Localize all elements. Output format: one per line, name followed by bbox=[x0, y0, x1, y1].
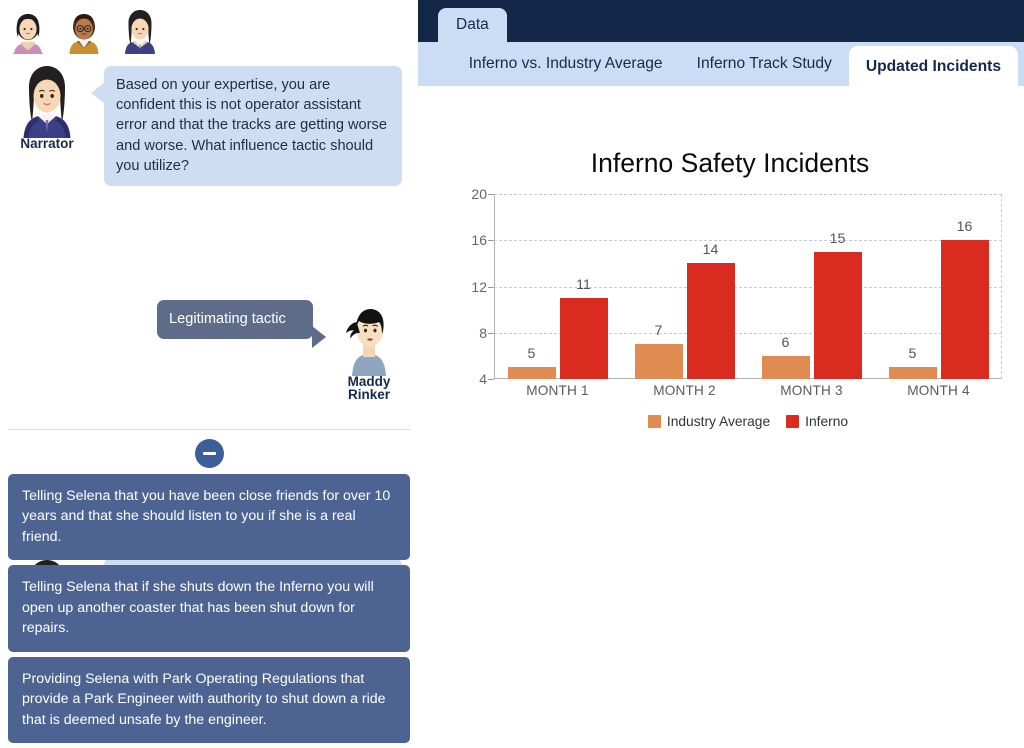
bar-value-label: 7 bbox=[654, 323, 663, 340]
dialog-turn: Narrator Which of the following would be… bbox=[0, 302, 418, 645]
bar-groups: 5 11 7 14 6 15 5 16 bbox=[494, 194, 1002, 379]
bar-value-label: 6 bbox=[781, 334, 790, 351]
narrator-avatar bbox=[23, 66, 71, 138]
bar-group: 5 16 bbox=[875, 194, 1002, 379]
legend-swatch bbox=[647, 415, 661, 428]
bar-group: 7 14 bbox=[621, 194, 748, 379]
incidents-bar-chart: Inferno Safety Incidents 4 8 12 16 20 5 11 7 14… bbox=[436, 148, 1024, 528]
dialog-panel: Narrator Based on your expertise, you ar… bbox=[0, 0, 418, 748]
y-axis-tick-label: 20 bbox=[471, 186, 487, 202]
x-axis-tick-label: MONTH 3 bbox=[780, 383, 843, 398]
bar-group: 6 15 bbox=[748, 194, 875, 379]
speaker-name: Narrator bbox=[20, 136, 74, 151]
x-axis-tick-label: MONTH 1 bbox=[526, 383, 589, 398]
chart-title: Inferno Safety Incidents bbox=[590, 148, 870, 178]
dialog-thread: Narrator Based on your expertise, you ar… bbox=[0, 58, 418, 645]
chart-bar: 5 bbox=[507, 346, 556, 379]
tab-updated-incidents[interactable]: Updated Incidents bbox=[848, 46, 1018, 87]
y-axis-tick-label: 12 bbox=[471, 278, 487, 295]
tab-panel-updated-incidents: Inferno Safety Incidents 4 8 12 16 20 5 11 7 14… bbox=[418, 86, 1024, 748]
x-axis-tick-label: MONTH 4 bbox=[907, 383, 970, 398]
bar-value-label: 16 bbox=[956, 219, 973, 236]
elearning-scenario-screen: Narrator Based on your expertise, you ar… bbox=[0, 0, 1024, 748]
dialog-turn: Narrator Based on your expertise, you ar… bbox=[0, 58, 418, 187]
x-axis-labels: MONTH 1 MONTH 2 MONTH 3 MONTH 4 bbox=[494, 383, 1002, 398]
chart-bar: 11 bbox=[559, 277, 608, 379]
bar-group: 5 11 bbox=[494, 194, 621, 379]
participant-3-avatar bbox=[125, 10, 155, 54]
minus-circle-icon[interactable] bbox=[195, 439, 224, 468]
tab-inferno-track-study[interactable]: Inferno Track Study bbox=[680, 42, 849, 86]
bar-value-label: 5 bbox=[908, 346, 917, 363]
x-axis-tick-label: MONTH 2 bbox=[653, 383, 716, 398]
y-axis-tick-label: 8 bbox=[479, 324, 487, 341]
chart-bar: 16 bbox=[940, 219, 989, 379]
participant-2-avatar bbox=[69, 14, 99, 54]
answer-options-list: Telling Selena that you have been close … bbox=[8, 474, 410, 748]
bar-value-label: 14 bbox=[702, 242, 719, 259]
y-axis-tick-label: 16 bbox=[471, 232, 487, 249]
participant-roster bbox=[8, 4, 160, 54]
chart-legend: Industry Average Inferno bbox=[494, 414, 1002, 429]
answer-option[interactable]: Providing Selena with Park Operating Reg… bbox=[8, 656, 410, 743]
chart-plot-area: 4 8 12 16 20 5 11 7 14 6 15 5 16 bbox=[471, 186, 1002, 387]
dialog-turn: Maddy Rinker Legitimating tactic bbox=[0, 176, 418, 402]
y-axis-tick-mark bbox=[488, 379, 494, 380]
chart-bar: 5 bbox=[888, 346, 937, 379]
y-axis-tick-label: 4 bbox=[479, 371, 487, 387]
answer-option[interactable]: Telling Selena that you have been close … bbox=[8, 474, 410, 561]
bar-value-label: 15 bbox=[829, 230, 846, 247]
panel-header-bar bbox=[418, 0, 1024, 42]
tab-strip: Inferno vs. Industry Average Inferno Tra… bbox=[418, 42, 1024, 87]
bar-value-label: 11 bbox=[576, 277, 591, 294]
section-divider bbox=[8, 429, 410, 430]
chart-bar: 15 bbox=[813, 231, 862, 379]
legend-swatch bbox=[786, 415, 800, 428]
chart-bar: 14 bbox=[686, 242, 735, 379]
speaker-narrator: Narrator bbox=[16, 58, 78, 151]
tab-group-data[interactable]: Data bbox=[438, 8, 507, 42]
minus-glyph bbox=[203, 452, 216, 455]
legend-label: Industry Average bbox=[666, 414, 771, 429]
participant-1-avatar bbox=[13, 14, 43, 54]
bar-value-label: 5 bbox=[527, 346, 536, 363]
reference-panel: Data Inferno vs. Industry Average Infern… bbox=[418, 0, 1024, 748]
legend-item: Industry Average bbox=[647, 414, 771, 429]
legend-item: Inferno bbox=[786, 414, 848, 429]
chart-bar: 7 bbox=[634, 323, 683, 379]
dialog-bubble: Based on your expertise, you are confide… bbox=[91, 66, 402, 187]
answer-option[interactable]: Telling Selena that if she shuts down th… bbox=[8, 565, 410, 652]
chart-bar: 6 bbox=[761, 335, 810, 379]
legend-label: Inferno bbox=[805, 414, 849, 429]
tab-inferno-vs-industry-average[interactable]: Inferno vs. Industry Average bbox=[452, 42, 680, 86]
